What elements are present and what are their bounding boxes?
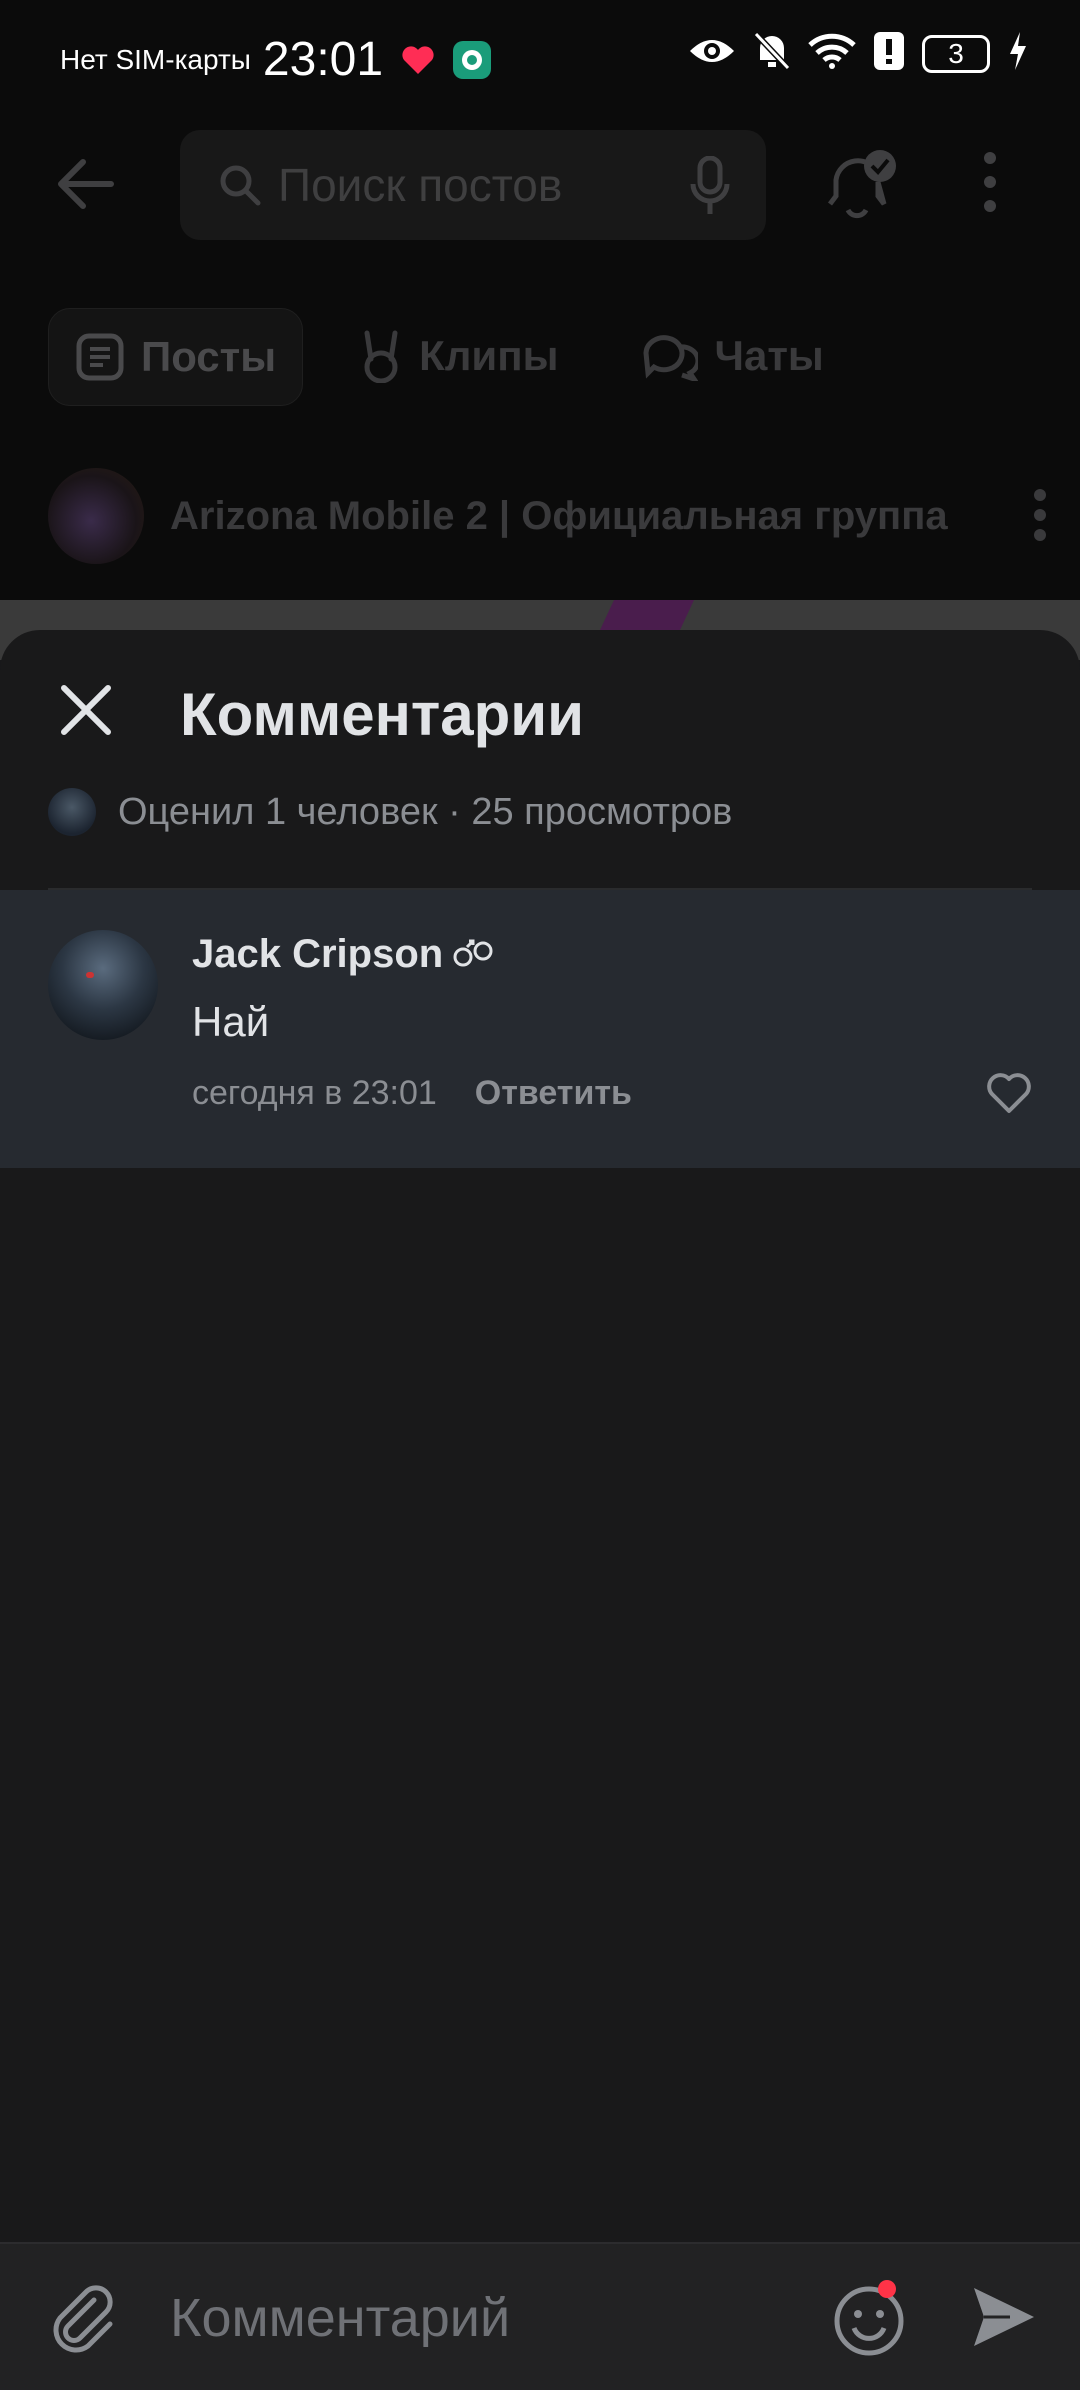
mute-bell-icon (753, 31, 791, 75)
eye-icon (688, 35, 736, 72)
charging-icon (1008, 32, 1028, 75)
status-left: Нет SIM-карты 23:01 (60, 32, 492, 87)
tab-chats-label: Чаты (714, 332, 824, 379)
sheet-title: Комментарии (180, 681, 585, 748)
liker-avatar (48, 788, 96, 836)
likes-views-row[interactable]: Оценил 1 человек · 25 просмотров (48, 788, 732, 836)
tab-clips-label: Клипы (419, 332, 559, 379)
post-more-icon[interactable] (1032, 488, 1048, 547)
avatar[interactable] (48, 930, 158, 1040)
more-options-icon[interactable] (980, 150, 1000, 219)
notifications-bell-icon[interactable] (822, 148, 902, 229)
heart-app-icon (399, 41, 437, 79)
status-bar: Нет SIM-карты 23:01 3 (0, 0, 1080, 115)
chats-icon (642, 331, 714, 381)
search-placeholder: Поиск постов (278, 159, 563, 211)
notification-dot (878, 2280, 896, 2298)
sheet-header: Комментарии (0, 630, 1080, 790)
send-icon[interactable] (970, 2284, 1038, 2355)
paperclip-icon[interactable] (50, 2284, 120, 2361)
app-notification-icon (453, 40, 492, 79)
comments-sheet: Комментарии Оценил 1 человек · 25 просмо… (0, 630, 1080, 2388)
tab-posts-label: Посты (141, 333, 277, 380)
battery-icon: 3 (922, 34, 990, 73)
carrier-label: Нет SIM-карты (60, 43, 251, 75)
comment-footer: сегодня в 23:01 Ответить (192, 1074, 632, 1113)
comment-author-name: Jack Cripson (192, 932, 444, 976)
comment-item[interactable]: Jack Cripson Най сегодня в 23:01 Ответит… (0, 890, 1080, 1168)
comment-text: Най (192, 998, 270, 1045)
likes-views-text: Оценил 1 человек · 25 просмотров (118, 790, 733, 833)
group-name[interactable]: Arizona Mobile 2 | Официальная группа (170, 494, 948, 539)
post-group-header[interactable]: Arizona Mobile 2 | Официальная группа (48, 468, 1048, 564)
comment-author[interactable]: Jack Cripson (192, 932, 495, 977)
status-right: 3 (688, 31, 1028, 75)
group-avatar[interactable] (48, 468, 144, 564)
posts-icon (75, 332, 141, 382)
search-icon (218, 163, 262, 207)
gender-badge-icon (443, 939, 495, 971)
tab-chats[interactable]: Чаты (614, 308, 851, 404)
alert-icon (874, 32, 904, 75)
emoji-icon[interactable] (832, 2280, 906, 2363)
comment-timestamp: сегодня в 23:01 (192, 1074, 437, 1112)
clips-icon (359, 329, 419, 383)
clock: 23:01 (262, 33, 384, 86)
content-tabs: Посты Клипы Чаты (48, 308, 852, 406)
back-button[interactable] (55, 158, 115, 215)
close-icon[interactable] (58, 682, 114, 743)
tab-posts[interactable]: Посты (48, 308, 304, 406)
tab-clips[interactable]: Клипы (331, 308, 586, 404)
background-app: Нет SIM-карты 23:01 3 Поиск постов Посты… (0, 0, 1080, 640)
microphone-icon[interactable] (690, 156, 730, 216)
search-input[interactable]: Поиск постов (180, 130, 766, 240)
top-toolbar: Поиск постов (0, 130, 1080, 240)
like-heart-icon[interactable] (986, 1072, 1032, 1119)
comment-field[interactable] (170, 2280, 790, 2356)
comment-input-bar (0, 2242, 1080, 2390)
reply-button[interactable]: Ответить (475, 1074, 632, 1113)
wifi-icon (808, 33, 856, 74)
